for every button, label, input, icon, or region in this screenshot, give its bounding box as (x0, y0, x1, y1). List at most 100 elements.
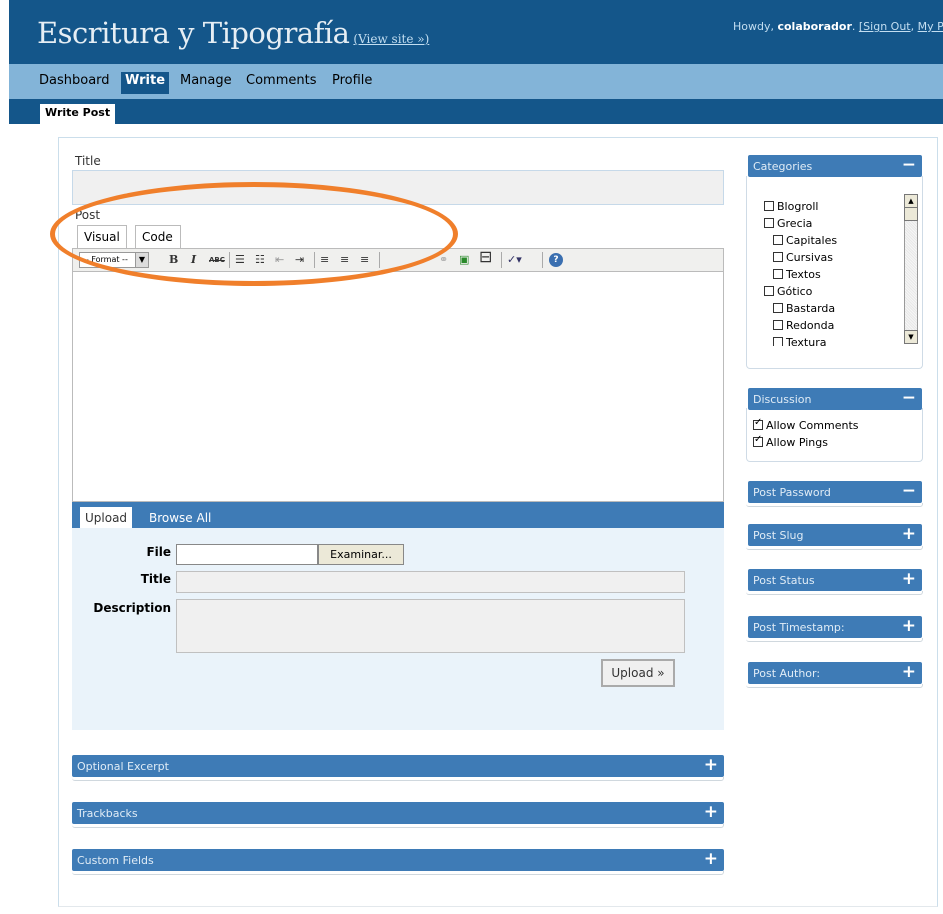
toolbar-separator (379, 252, 380, 268)
expand-icon[interactable]: + (902, 524, 916, 544)
italic-icon[interactable]: I (191, 253, 196, 267)
numbered-list-icon[interactable]: ☷ (255, 253, 265, 267)
collapse-icon[interactable]: − (902, 155, 916, 175)
align-left-icon[interactable]: ≡ (320, 253, 329, 267)
site-header: Escritura y Tipografía (View site ») Howd… (9, 0, 943, 64)
tab-visual[interactable]: Visual (77, 225, 127, 249)
insert-image-icon[interactable]: ▣ (459, 253, 469, 267)
my-profile-link[interactable]: My P (918, 20, 943, 33)
upload-button[interactable]: Upload » (601, 659, 675, 687)
category-scrollbar[interactable]: ▲ ▼ (904, 194, 918, 344)
discussion-label: Discussion (753, 393, 812, 406)
collapse-icon[interactable]: − (902, 388, 916, 408)
expand-icon[interactable]: + (704, 849, 718, 869)
strikethrough-icon[interactable]: ABC (209, 253, 225, 267)
main-menu: Dashboard Write Manage Comments Profile (9, 64, 943, 99)
tab-upload[interactable]: Upload (80, 507, 133, 529)
unlink-icon[interactable]: ⚭ (439, 253, 448, 267)
checkbox[interactable] (773, 303, 783, 313)
menu-item-comments[interactable]: Comments (246, 73, 316, 88)
indent-icon[interactable]: ⇥ (295, 253, 304, 267)
scroll-thumb[interactable] (904, 207, 918, 221)
trackbacks-box[interactable]: Trackbacks + (72, 802, 724, 824)
category-item[interactable]: Capitales (773, 234, 837, 247)
tab-code[interactable]: Code (135, 225, 181, 249)
categories-box[interactable]: Categories − (748, 155, 922, 177)
bullet-list-icon[interactable]: ☰ (235, 253, 245, 267)
outdent-icon[interactable]: ⇤ (275, 253, 284, 267)
file-input[interactable] (176, 544, 318, 565)
help-icon[interactable]: ? (549, 253, 563, 267)
checkbox[interactable] (764, 218, 774, 228)
tab-browse-all[interactable]: Browse All (149, 511, 211, 525)
menu-item-write[interactable]: Write (121, 72, 170, 94)
checkbox[interactable] (773, 252, 783, 262)
post-password-box[interactable]: Post Password − (748, 481, 922, 503)
format-select[interactable]: -- Format -- ▼ (79, 252, 149, 268)
checkbox[interactable] (764, 201, 774, 211)
collapse-icon[interactable]: − (902, 481, 916, 501)
upload-tabs-bar: Upload Browse All (72, 502, 724, 529)
post-slug-box[interactable]: Post Slug + (748, 524, 922, 546)
category-item[interactable]: Bastarda (773, 302, 835, 315)
category-item[interactable]: Textura (773, 336, 826, 346)
spellcheck-icon[interactable]: ✓▾ (507, 253, 522, 267)
align-center-icon[interactable]: ≡ (340, 253, 349, 267)
menu-item-manage[interactable]: Manage (180, 73, 232, 88)
category-item[interactable]: Blogroll (764, 200, 818, 213)
checkbox[interactable] (773, 235, 783, 245)
submenu-item-write-post[interactable]: Write Post (40, 104, 116, 125)
menu-item-profile[interactable]: Profile (332, 73, 372, 88)
checkbox[interactable] (764, 286, 774, 296)
category-item[interactable]: Textos (773, 268, 821, 281)
menu-item-dashboard[interactable]: Dashboard (39, 73, 110, 88)
expand-icon[interactable]: + (902, 662, 916, 682)
view-site-link[interactable]: (View site ») (353, 32, 429, 46)
checkbox[interactable] (773, 320, 783, 330)
site-title-text: Escritura y Tipografía (37, 16, 350, 50)
optional-excerpt-box[interactable]: Optional Excerpt + (72, 755, 724, 777)
align-right-icon[interactable]: ≡ (360, 253, 369, 267)
category-item[interactable]: Cursivas (773, 251, 833, 264)
description-input[interactable] (176, 599, 685, 653)
post-author-box[interactable]: Post Author: + (748, 662, 922, 684)
upload-title-input[interactable] (176, 571, 685, 593)
post-author-label: Post Author: (753, 667, 821, 680)
more-tag-icon[interactable]: ⊟ (479, 249, 492, 265)
sign-out-link[interactable]: [Sign Out (859, 20, 911, 33)
post-timestamp-box[interactable]: Post Timestamp: + (748, 616, 922, 638)
allow-pings-option[interactable]: Allow Pings (753, 434, 828, 449)
category-label: Textura (786, 336, 827, 346)
box-shadow (72, 824, 724, 828)
custom-fields-box[interactable]: Custom Fields + (72, 849, 724, 871)
checkbox[interactable] (773, 269, 783, 279)
site-title: Escritura y Tipografía (View site ») (37, 16, 429, 50)
discussion-box[interactable]: Discussion − (748, 388, 922, 410)
post-editor[interactable] (72, 272, 724, 502)
category-item[interactable]: Grecia (764, 217, 812, 230)
category-label: Grecia (777, 217, 813, 230)
browse-button[interactable]: Examinar... (318, 544, 404, 565)
category-label: Capitales (786, 234, 838, 247)
post-timestamp-label: Post Timestamp: (753, 621, 845, 634)
checkbox[interactable] (773, 337, 783, 346)
category-item[interactable]: Redonda (773, 319, 834, 332)
checkbox-checked[interactable] (753, 434, 763, 447)
expand-icon[interactable]: + (704, 802, 718, 822)
allow-comments-option[interactable]: Allow Comments (753, 417, 859, 432)
toolbar-separator (229, 252, 230, 268)
checkbox-checked[interactable] (753, 417, 763, 430)
title-input[interactable] (72, 170, 724, 205)
post-status-box[interactable]: Post Status + (748, 569, 922, 591)
expand-icon[interactable]: + (902, 569, 916, 589)
bold-icon[interactable]: B (169, 253, 178, 267)
expand-icon[interactable]: + (902, 616, 916, 636)
expand-icon[interactable]: + (704, 755, 718, 775)
scroll-up-icon[interactable]: ▲ (904, 194, 918, 208)
category-label: Textos (786, 268, 821, 281)
user-greeting: Howdy, colaborador. [Sign Out, My P (733, 20, 943, 33)
howdy-text: Howdy, (733, 20, 778, 33)
scroll-down-icon[interactable]: ▼ (904, 330, 918, 344)
category-item[interactable]: Gótico (764, 285, 812, 298)
optional-excerpt-label: Optional Excerpt (77, 760, 169, 773)
